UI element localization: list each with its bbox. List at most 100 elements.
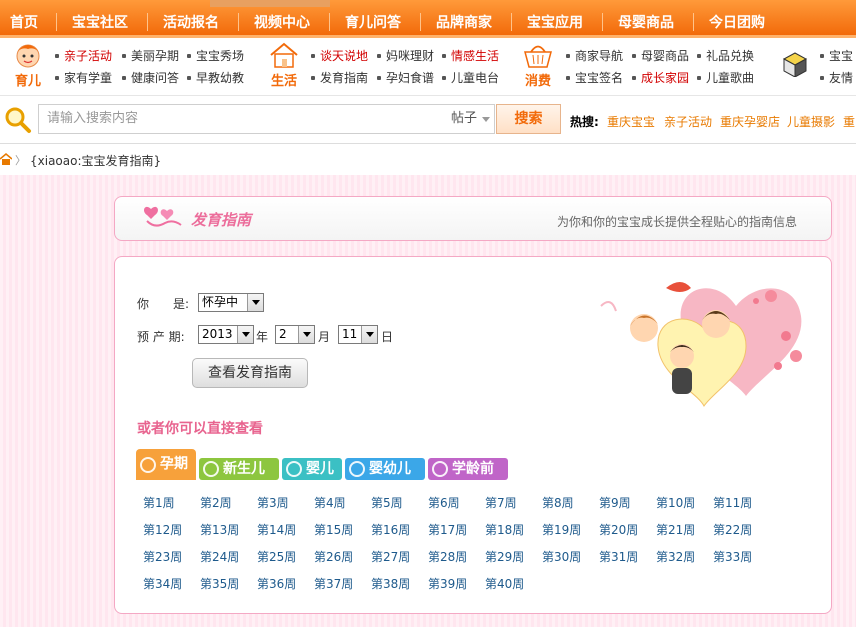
tab-toddler[interactable]: 婴幼儿 bbox=[345, 458, 425, 480]
week-link[interactable]: 第5周 bbox=[371, 494, 403, 511]
week-link[interactable]: 第9周 bbox=[599, 494, 631, 511]
link-qinggan[interactable]: 情感生活 bbox=[442, 48, 499, 64]
week-link[interactable]: 第35周 bbox=[200, 575, 239, 592]
week-link[interactable]: 第10周 bbox=[656, 494, 695, 511]
nav-brands[interactable]: 品牌商家 bbox=[436, 12, 492, 34]
week-link[interactable]: 第4周 bbox=[314, 494, 346, 511]
link-muying[interactable]: 母婴商品 bbox=[632, 48, 689, 64]
link-qinzi[interactable]: 亲子活动 bbox=[55, 48, 112, 64]
link-jiayuan[interactable]: 成长家园 bbox=[632, 70, 689, 86]
week-link[interactable]: 第39周 bbox=[428, 575, 467, 592]
link-shangjia[interactable]: 商家导航 bbox=[566, 48, 623, 64]
tab-preschool[interactable]: 学龄前 bbox=[428, 458, 508, 480]
link-meili[interactable]: 美丽孕期 bbox=[122, 48, 179, 64]
week-link[interactable]: 第8周 bbox=[542, 494, 574, 511]
link-gequ[interactable]: 儿童歌曲 bbox=[697, 70, 754, 86]
link-tantian[interactable]: 谈天说地 bbox=[311, 48, 368, 64]
week-link[interactable]: 第29周 bbox=[485, 548, 524, 565]
week-link[interactable]: 第24周 bbox=[200, 548, 239, 565]
week-link[interactable]: 第33周 bbox=[713, 548, 752, 565]
week-link[interactable]: 第19周 bbox=[542, 521, 581, 538]
chevron-down-icon bbox=[482, 117, 490, 122]
week-link[interactable]: 第20周 bbox=[599, 521, 638, 538]
week-link[interactable]: 第32周 bbox=[656, 548, 695, 565]
category-bar: 育儿 亲子活动 美丽孕期 宝宝秀场 家有学童 健康问答 早教幼教 生活 谈天说地… bbox=[0, 38, 856, 96]
category-xiaofei[interactable]: 消费 bbox=[513, 41, 563, 91]
week-link[interactable]: 第2周 bbox=[200, 494, 232, 511]
nav-products[interactable]: 母婴商品 bbox=[618, 12, 674, 34]
tab-label: 孕期 bbox=[160, 456, 188, 472]
link-fayu[interactable]: 发育指南 bbox=[311, 70, 368, 86]
week-link[interactable]: 第12周 bbox=[143, 521, 182, 538]
search-input[interactable]: 请输入搜索内容 bbox=[38, 104, 448, 134]
nav-events[interactable]: 活动报名 bbox=[163, 12, 219, 34]
week-link[interactable]: 第23周 bbox=[143, 548, 182, 565]
link-shipu[interactable]: 孕妇食谱 bbox=[377, 70, 434, 86]
week-link[interactable]: 第37周 bbox=[314, 575, 353, 592]
month-unit: 月 bbox=[318, 330, 331, 344]
week-link[interactable]: 第11周 bbox=[713, 494, 752, 511]
tab-pregnancy[interactable]: 孕期 bbox=[136, 449, 196, 480]
week-link[interactable]: 第40周 bbox=[485, 575, 524, 592]
week-link[interactable]: 第16周 bbox=[371, 521, 410, 538]
category-more[interactable] bbox=[770, 41, 820, 91]
category-yuer[interactable]: 育儿 bbox=[3, 41, 53, 91]
link-more-1[interactable]: 宝宝 bbox=[820, 48, 853, 64]
search-type-select[interactable]: 帖子 bbox=[447, 104, 495, 134]
link-more-2[interactable]: 友情 bbox=[820, 70, 853, 86]
view-guide-button[interactable]: 查看发育指南 bbox=[192, 358, 308, 388]
gift-box-icon bbox=[782, 52, 808, 77]
week-link[interactable]: 第22周 bbox=[713, 521, 752, 538]
week-link[interactable]: 第36周 bbox=[257, 575, 296, 592]
nav-groupbuy[interactable]: 今日团购 bbox=[709, 12, 765, 34]
week-link[interactable]: 第13周 bbox=[200, 521, 239, 538]
baby-face-icon bbox=[16, 44, 40, 68]
or-view-directly-label: 或者你可以直接查看 bbox=[137, 421, 263, 437]
category-shenghuo[interactable]: 生活 bbox=[259, 41, 309, 91]
hot-link-1[interactable]: 重庆宝宝 bbox=[607, 113, 655, 130]
week-link[interactable]: 第34周 bbox=[143, 575, 182, 592]
week-link[interactable]: 第18周 bbox=[485, 521, 524, 538]
week-link[interactable]: 第26周 bbox=[314, 548, 353, 565]
week-link[interactable]: 第25周 bbox=[257, 548, 296, 565]
hot-link-4[interactable]: 儿童摄影 bbox=[787, 113, 835, 130]
status-select[interactable]: 怀孕中 bbox=[198, 293, 264, 312]
nav-qa[interactable]: 育儿问答 bbox=[345, 12, 401, 34]
link-zaojiao[interactable]: 早教幼教 bbox=[187, 70, 244, 86]
week-link[interactable]: 第27周 bbox=[371, 548, 410, 565]
week-link[interactable]: 第38周 bbox=[371, 575, 410, 592]
nav-video[interactable]: 视频中心 bbox=[254, 12, 310, 34]
tab-newborn[interactable]: 新生儿 bbox=[199, 458, 279, 480]
week-link[interactable]: 第1周 bbox=[143, 494, 175, 511]
week-link[interactable]: 第15周 bbox=[314, 521, 353, 538]
search-button[interactable]: 搜索 bbox=[496, 104, 561, 134]
nav-home[interactable]: 首页 bbox=[10, 12, 38, 34]
year-select[interactable]: 2013 bbox=[198, 325, 254, 344]
link-jiankang[interactable]: 健康问答 bbox=[122, 70, 179, 86]
hot-link-5[interactable]: 重 bbox=[843, 113, 855, 130]
link-qianming[interactable]: 宝宝签名 bbox=[566, 70, 623, 86]
link-licai[interactable]: 妈咪理财 bbox=[377, 48, 434, 64]
day-select[interactable]: 11 bbox=[338, 325, 378, 344]
link-xuetong[interactable]: 家有学童 bbox=[55, 70, 112, 86]
hot-link-2[interactable]: 亲子活动 bbox=[664, 113, 712, 130]
link-lipin[interactable]: 礼品兑换 bbox=[697, 48, 754, 64]
week-link[interactable]: 第3周 bbox=[257, 494, 289, 511]
week-link[interactable]: 第6周 bbox=[428, 494, 460, 511]
home-icon[interactable] bbox=[0, 153, 12, 165]
hot-link-3[interactable]: 重庆孕婴店 bbox=[720, 113, 780, 130]
chevron-down-icon bbox=[298, 326, 314, 343]
month-select[interactable]: 2 bbox=[275, 325, 315, 344]
week-link[interactable]: 第14周 bbox=[257, 521, 296, 538]
nav-community[interactable]: 宝宝社区 bbox=[72, 12, 128, 34]
week-link[interactable]: 第17周 bbox=[428, 521, 467, 538]
link-diantai[interactable]: 儿童电台 bbox=[442, 70, 499, 86]
week-link[interactable]: 第28周 bbox=[428, 548, 467, 565]
week-link[interactable]: 第21周 bbox=[656, 521, 695, 538]
week-link[interactable]: 第7周 bbox=[485, 494, 517, 511]
week-link[interactable]: 第31周 bbox=[599, 548, 638, 565]
week-link[interactable]: 第30周 bbox=[542, 548, 581, 565]
tab-infant[interactable]: 婴儿 bbox=[282, 458, 342, 480]
link-xiuchang[interactable]: 宝宝秀场 bbox=[187, 48, 244, 64]
nav-apps[interactable]: 宝宝应用 bbox=[527, 12, 583, 34]
